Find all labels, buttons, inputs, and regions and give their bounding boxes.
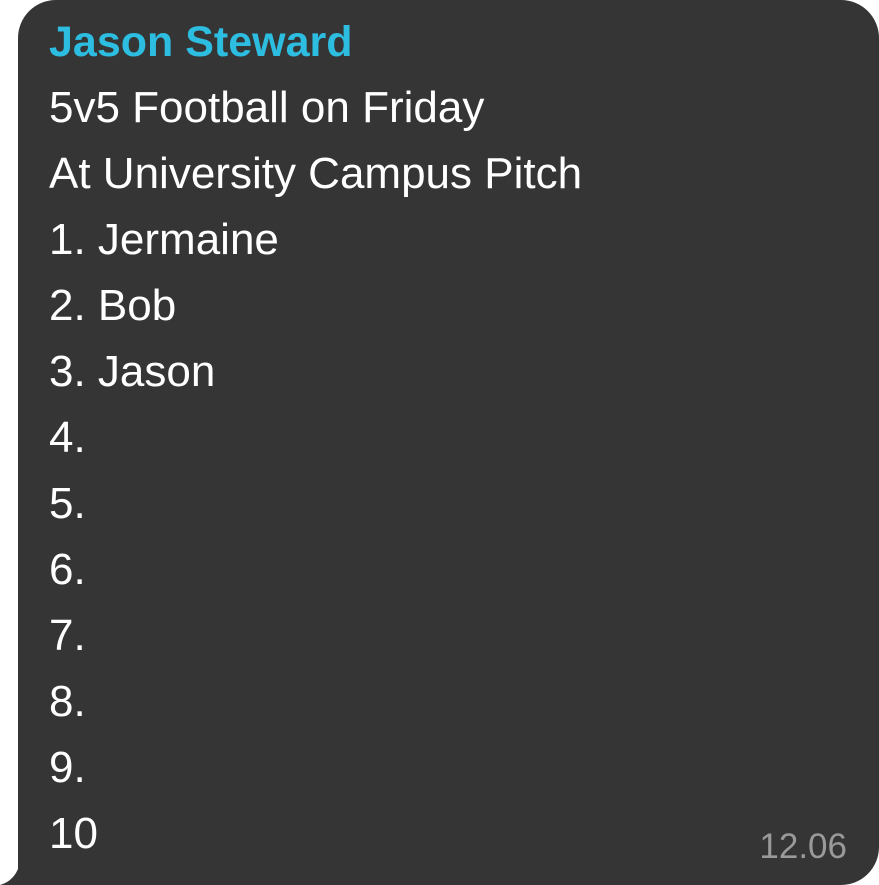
- message-line: At University Campus Pitch: [49, 149, 583, 198]
- message-line: 7.: [49, 611, 86, 660]
- sender-name[interactable]: Jason Steward: [49, 16, 353, 68]
- message-line: 2. Bob: [49, 281, 177, 330]
- message-line: 9.: [49, 743, 86, 792]
- message-line: 1. Jermaine: [49, 215, 279, 264]
- message-line: 5v5 Football on Friday: [49, 83, 485, 132]
- message-line: 4.: [49, 413, 86, 462]
- message-line: 5.: [49, 479, 86, 528]
- message-body: 5v5 Football on Friday At University Cam…: [49, 82, 582, 874]
- message-line: 3. Jason: [49, 347, 216, 396]
- message-line: 6.: [49, 545, 86, 594]
- message-line: 10: [49, 809, 98, 858]
- message-bubble-container: Jason Steward 5v5 Football on Friday At …: [0, 0, 879, 885]
- message-timestamp: 12.06: [759, 827, 847, 866]
- message-line: 8.: [49, 677, 86, 726]
